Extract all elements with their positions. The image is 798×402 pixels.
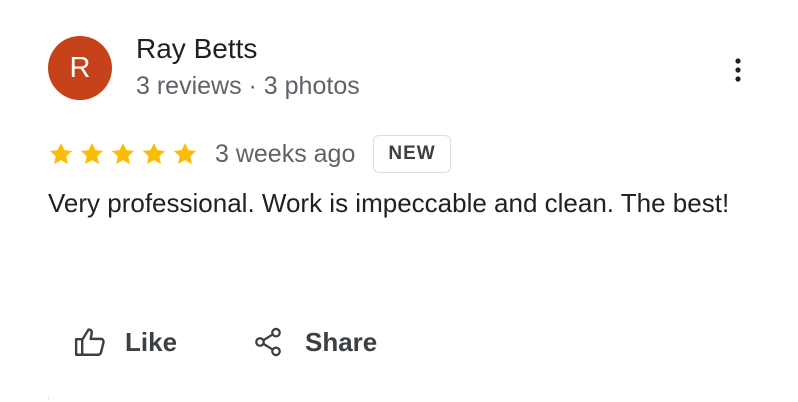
rating-row: 3 weeks ago NEW — [48, 133, 451, 175]
like-button[interactable]: Like — [72, 318, 177, 366]
star-icon — [48, 141, 74, 167]
like-label: Like — [125, 326, 178, 357]
avatar[interactable]: R — [48, 36, 112, 100]
review-date: 3 weeks ago — [215, 139, 356, 168]
share-button[interactable]: Share — [250, 318, 377, 366]
review-text: Very professional. Work is impeccable an… — [48, 188, 730, 218]
share-label: Share — [305, 326, 378, 357]
star-icon — [110, 141, 136, 167]
star-icon — [79, 141, 105, 167]
reviewer-meta: 3 reviews · 3 photos — [136, 72, 360, 100]
star-rating — [48, 141, 203, 167]
star-icon — [172, 141, 198, 167]
thumb-up-icon — [72, 324, 108, 360]
reviewer-name[interactable]: Ray Betts — [136, 33, 257, 65]
share-icon — [250, 324, 286, 360]
new-badge: NEW — [373, 135, 451, 173]
more-options-button[interactable] — [720, 54, 756, 90]
more-vert-icon — [734, 57, 742, 88]
star-icon — [141, 141, 167, 167]
divider — [48, 396, 49, 401]
